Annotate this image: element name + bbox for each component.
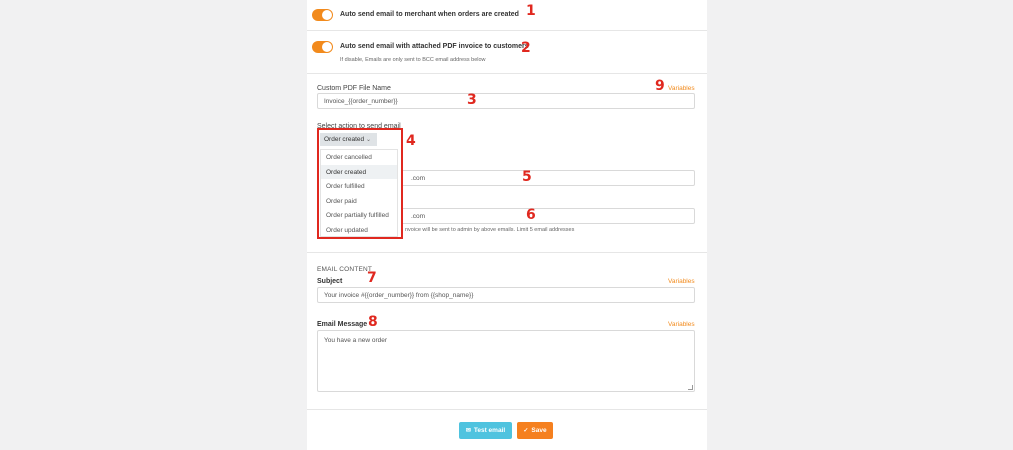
test-email-button[interactable]: ✉ Test email [459, 422, 512, 439]
action-select-value: Order created [324, 136, 365, 143]
auto-send-customer-hint: If disable, Emails are only sent to BCC … [340, 57, 486, 63]
annotation-5: 5 [522, 169, 532, 185]
subject-variables-link[interactable]: Variables [668, 278, 695, 285]
annotation-8: 8 [368, 314, 378, 330]
check-icon: ✓ [523, 428, 529, 434]
subject-label: Subject [317, 278, 343, 285]
save-label: Save [531, 427, 547, 434]
resize-handle[interactable] [688, 385, 693, 390]
toggle-knob [322, 42, 332, 52]
annotation-1: 1 [526, 3, 536, 19]
auto-send-customer-toggle[interactable] [312, 41, 333, 53]
divider [307, 252, 707, 253]
email-field-2-value: .com [411, 213, 426, 220]
annotation-6: 6 [526, 207, 536, 223]
dropdown-option-order-cancelled[interactable]: Order cancelled [321, 150, 397, 165]
auto-send-merchant-label: Auto send email to merchant when orders … [340, 11, 519, 18]
annotation-4: 4 [406, 133, 416, 149]
message-value: You have a new order [324, 337, 388, 344]
chevron-down-icon: ⌄ [365, 137, 371, 143]
message-variables-link[interactable]: Variables [668, 321, 695, 328]
pdf-name-input[interactable]: Invoice_{{order_number}} [317, 93, 695, 109]
pdf-name-variables-link[interactable]: Variables [668, 85, 695, 92]
annotation-3: 3 [467, 92, 477, 108]
dropdown-option-order-fulfilled[interactable]: Order fulfilled [321, 179, 397, 194]
message-label: Email Message [317, 321, 368, 328]
annotation-7: 7 [367, 270, 377, 286]
divider [307, 30, 707, 31]
dropdown-option-order-partially-fulfilled[interactable]: Order partially fulfilled [321, 208, 397, 223]
message-textarea[interactable]: You have a new order [317, 330, 695, 392]
toggle-knob [322, 10, 332, 20]
dropdown-option-order-created[interactable]: Order created [321, 164, 397, 180]
divider [307, 409, 707, 410]
save-button[interactable]: ✓ Save [517, 422, 553, 439]
dropdown-option-order-paid[interactable]: Order paid [321, 194, 397, 209]
auto-send-merchant-toggle[interactable] [312, 9, 333, 21]
auto-send-customer-label: Auto send email with attached PDF invoic… [340, 43, 529, 50]
annotation-2: 2 [521, 40, 531, 56]
action-select[interactable]: Order created ⌄ [320, 133, 377, 146]
dropdown-option-order-updated[interactable]: Order updated [321, 223, 397, 238]
subject-input[interactable]: Your invoice #{{order_number}} from {{sh… [317, 287, 695, 303]
annotation-9: 9 [655, 78, 665, 94]
email-field-1-value: .com [411, 175, 426, 182]
divider [307, 73, 707, 74]
action-dropdown-list: Order cancelled Order created Order fulf… [320, 149, 398, 237]
email-content-heading: EMAIL CONTENT [317, 266, 373, 273]
test-email-icon: ✉ [465, 428, 471, 434]
test-email-label: Test email [473, 427, 506, 434]
email-field-2-hint: nvoice will be sent to admin by above em… [405, 227, 575, 233]
pdf-name-label: Custom PDF File Name [317, 85, 391, 92]
